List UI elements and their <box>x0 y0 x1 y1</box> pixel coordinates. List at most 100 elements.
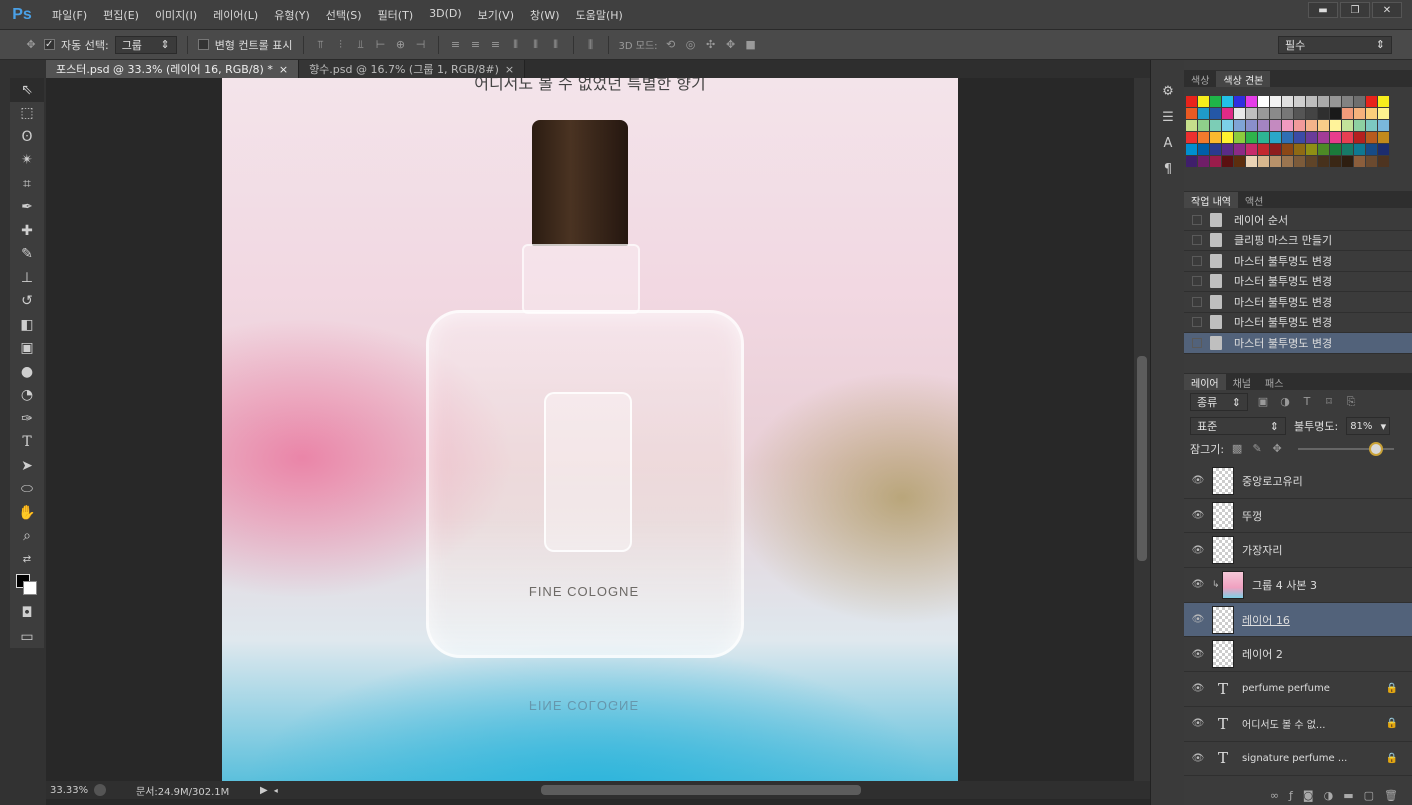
menu-item[interactable]: 필터(T) <box>370 7 422 23</box>
adjustment-layer-icon[interactable]: ◑ <box>1324 789 1334 802</box>
color-swatch[interactable] <box>1294 144 1305 155</box>
zoom-level[interactable]: 33.33% <box>50 785 94 796</box>
blend-mode-dropdown[interactable]: 표준 ⇕ <box>1190 417 1286 435</box>
hand-tool-icon[interactable]: ✋ <box>10 501 44 525</box>
color-swatch[interactable] <box>1342 156 1353 167</box>
color-swatch[interactable] <box>1342 132 1353 143</box>
color-swatch[interactable] <box>1210 144 1221 155</box>
gradient-tool-icon[interactable]: ▣ <box>10 337 44 361</box>
character-icon[interactable]: A <box>1151 130 1185 156</box>
color-swatch[interactable] <box>1378 108 1389 119</box>
color-swatch[interactable] <box>1210 132 1221 143</box>
color-swatch[interactable] <box>1294 108 1305 119</box>
visibility-eye-icon[interactable]: 👁 <box>1184 753 1212 764</box>
blur-tool-icon[interactable]: ● <box>10 360 44 384</box>
color-swatch[interactable] <box>1306 96 1317 107</box>
color-swatch[interactable] <box>1354 132 1365 143</box>
tab-swatches[interactable]: 색상 견본 <box>1216 71 1271 87</box>
opacity-field[interactable]: 81% ▾ <box>1346 417 1391 435</box>
color-swatch[interactable] <box>1282 96 1293 107</box>
color-swatch[interactable] <box>1330 120 1341 131</box>
distribute-left-icon[interactable]: ⦀ <box>509 38 523 52</box>
menu-item[interactable]: 창(W) <box>522 7 568 23</box>
menu-item[interactable]: 파일(F) <box>44 7 95 23</box>
visibility-eye-icon[interactable]: 👁 <box>1184 579 1212 590</box>
color-swatch[interactable] <box>1354 108 1365 119</box>
opacity-slider[interactable] <box>1298 442 1394 456</box>
menu-item[interactable]: 선택(S) <box>318 7 370 23</box>
color-swatch[interactable] <box>1366 96 1377 107</box>
lock-position-icon[interactable]: ✥ <box>1270 442 1284 456</box>
3d-scale-icon[interactable]: ■ <box>744 38 758 52</box>
auto-align-icon[interactable]: ⫼ <box>584 38 598 52</box>
color-swatch[interactable] <box>1354 156 1365 167</box>
layer-row[interactable]: 👁 T 어디서도 볼 수 없... 🔒 <box>1184 707 1412 742</box>
align-hcenter-icon[interactable]: ⊕ <box>394 38 408 52</box>
color-swatch[interactable] <box>1270 132 1281 143</box>
scroll-thumb[interactable] <box>1137 356 1147 561</box>
path-selection-tool-icon[interactable]: ➤ <box>10 454 44 478</box>
pen-tool-icon[interactable]: ✑ <box>10 407 44 431</box>
color-swatch[interactable] <box>1186 144 1197 155</box>
distribute-bottom-icon[interactable]: ≡ <box>489 38 503 52</box>
color-swatch[interactable] <box>1198 132 1209 143</box>
color-swatch[interactable] <box>1234 156 1245 167</box>
properties-icon[interactable]: ☰ <box>1151 104 1185 130</box>
3d-pan-icon[interactable]: ✣ <box>704 38 718 52</box>
color-swatch[interactable] <box>1210 108 1221 119</box>
history-checkbox[interactable] <box>1192 296 1202 307</box>
color-swatch[interactable] <box>1318 132 1329 143</box>
menu-item[interactable]: 도움말(H) <box>568 7 631 23</box>
opacity-slider-knob[interactable] <box>1368 442 1383 456</box>
color-swatch[interactable] <box>1318 108 1329 119</box>
dodge-tool-icon[interactable]: ◔ <box>10 384 44 408</box>
menu-item[interactable]: 3D(D) <box>421 7 470 23</box>
tab-poster[interactable]: 포스터.psd @ 33.3% (레이어 16, RGB/8) * × <box>46 60 300 78</box>
color-swatch[interactable] <box>1186 156 1197 167</box>
color-swatch[interactable] <box>1306 156 1317 167</box>
layer-thumbnail[interactable] <box>1212 466 1234 495</box>
color-swatch[interactable] <box>1186 120 1197 131</box>
close-icon[interactable]: × <box>279 63 288 76</box>
color-swatch[interactable] <box>1258 96 1269 107</box>
visibility-eye-icon[interactable]: 👁 <box>1184 510 1212 521</box>
tab-color[interactable]: 색상 <box>1184 71 1216 87</box>
history-item[interactable]: 마스터 불투명도 변경 <box>1184 272 1412 292</box>
history-item[interactable]: 클리핑 마스크 만들기 <box>1184 231 1412 251</box>
filter-type-icon[interactable]: T <box>1300 395 1314 409</box>
color-swatch[interactable] <box>1270 120 1281 131</box>
color-swatch[interactable] <box>1366 156 1377 167</box>
3d-roll-icon[interactable]: ◎ <box>684 38 698 52</box>
filter-shape-icon[interactable]: ⌑ <box>1322 395 1336 409</box>
tab-layers[interactable]: 레이어 <box>1184 374 1226 390</box>
minimize-button[interactable]: ▬ <box>1308 2 1338 18</box>
brush-tool-icon[interactable]: ✎ <box>10 243 44 267</box>
history-checkbox[interactable] <box>1192 255 1202 266</box>
color-swatch[interactable] <box>1246 96 1257 107</box>
color-swatch[interactable] <box>1234 132 1245 143</box>
color-swatch[interactable] <box>1342 144 1353 155</box>
healing-brush-tool-icon[interactable]: ✚ <box>10 219 44 243</box>
type-tool-icon[interactable]: T <box>10 431 44 455</box>
marquee-tool-icon[interactable]: ⬚ <box>10 102 44 126</box>
color-swatch[interactable] <box>1210 156 1221 167</box>
history-item[interactable]: 마스터 불투명도 변경 <box>1184 251 1412 272</box>
layer-row[interactable]: 👁 ↳ 그룹 4 사본 3 <box>1184 568 1412 603</box>
layer-thumbnail[interactable] <box>1212 501 1234 530</box>
color-swatch[interactable] <box>1354 144 1365 155</box>
color-swatch[interactable] <box>1282 156 1293 167</box>
distribute-top-icon[interactable]: ≡ <box>449 38 463 52</box>
align-vcenter-icon[interactable]: ⫶ <box>334 38 348 52</box>
layer-thumbnail[interactable] <box>1212 605 1234 634</box>
3d-slide-icon[interactable]: ✥ <box>724 38 738 52</box>
visibility-eye-icon[interactable]: 👁 <box>1184 649 1212 660</box>
tab-history[interactable]: 작업 내역 <box>1184 192 1238 208</box>
close-icon[interactable]: × <box>505 63 514 76</box>
color-swatch[interactable] <box>1330 156 1341 167</box>
distribute-hcenter-icon[interactable]: ⦀ <box>529 38 543 52</box>
screen-mode-icon[interactable]: ▭ <box>10 625 44 649</box>
link-layers-icon[interactable]: ∞ <box>1270 789 1279 802</box>
tool-presets-icon[interactable]: ⚙ <box>1151 78 1185 104</box>
color-swatch[interactable] <box>1378 144 1389 155</box>
color-swatch[interactable] <box>1306 144 1317 155</box>
